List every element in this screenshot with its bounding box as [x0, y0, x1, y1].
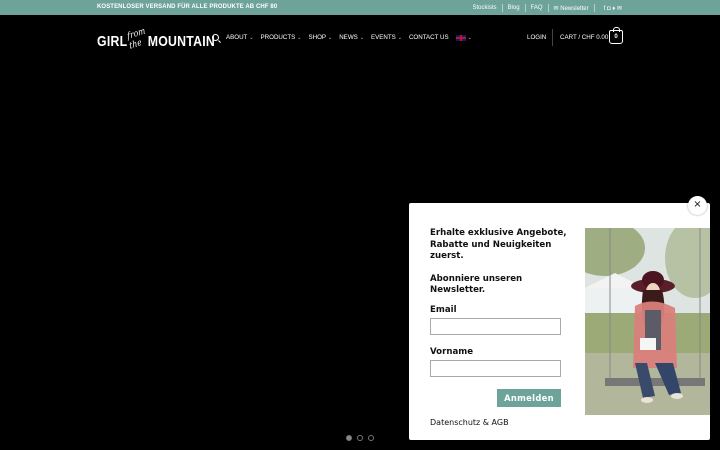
privacy-link[interactable]: Datenschutz & AGB	[430, 418, 509, 427]
slider-dot-2[interactable]	[357, 435, 363, 441]
nav-label: PRODUCTS	[260, 34, 296, 41]
logo-the-text: the	[128, 37, 144, 52]
faq-link[interactable]: FAQ	[531, 5, 543, 11]
stockists-link[interactable]: Stockists	[473, 5, 497, 11]
chevron-down-icon: ⌄	[297, 34, 302, 41]
logo-word-girl: GIRL	[97, 33, 128, 50]
social-links: f ◘ ♦ ✉	[604, 5, 622, 12]
divider	[593, 4, 595, 12]
firstname-label: Vorname	[430, 347, 474, 357]
cart-link[interactable]: CART / CHF 0.00	[560, 34, 608, 41]
free-shipping-promo: KOSTENLOSER VERSAND FÜR ALLE PRODUKTE AB…	[97, 4, 278, 10]
firstname-field[interactable]	[430, 360, 561, 377]
newsletter-label: Newsletter	[560, 5, 589, 12]
site-logo[interactable]: GIRLfrom the MOUNTAIN	[97, 26, 216, 51]
chevron-down-icon: ⌄	[328, 34, 333, 41]
close-popup-button[interactable]: ×	[688, 196, 707, 215]
header-divider	[552, 29, 553, 46]
nav-label: SHOP	[308, 34, 327, 41]
popup-subheadline: Abonniere unseren Newsletter.	[430, 273, 523, 296]
email-field[interactable]	[430, 318, 561, 335]
email-icon[interactable]: ✉	[617, 5, 622, 12]
nav-label: CONTACT US	[408, 34, 449, 41]
popup-copy: Erhalte exklusive Angebote, Rabatte und …	[430, 228, 570, 308]
chevron-down-icon: ⌄	[467, 34, 472, 41]
divider	[501, 4, 503, 12]
chevron-down-icon: ⌄	[249, 34, 254, 41]
slider-dot-3[interactable]	[368, 435, 374, 441]
popup-headline: Erhalte exklusive Angebote, Rabatte und …	[430, 228, 567, 261]
slider-dot-1[interactable]	[346, 435, 352, 441]
instagram-icon[interactable]: ◘	[607, 6, 611, 12]
nav-item-events[interactable]: EVENTS ⌄	[371, 34, 402, 41]
login-link[interactable]: LOGIN	[527, 34, 546, 41]
nav-label: NEWS	[339, 34, 358, 41]
slider-dots	[346, 435, 374, 441]
language-switcher[interactable]: ⌄	[455, 34, 472, 41]
newsletter-link[interactable]: ✉ Newsletter	[554, 5, 589, 12]
nav-item-contact[interactable]: CONTACT US	[409, 34, 449, 41]
site-header: GIRLfrom the MOUNTAIN ABOUT ⌄ PRODUCTS ⌄ SHO…	[0, 15, 720, 60]
divider	[524, 4, 526, 12]
logo-word-mountain: MOUNTAIN	[147, 33, 216, 50]
newsletter-popup: Erhalte exklusive Angebote, Rabatte und …	[409, 203, 710, 440]
main-navigation: ABOUT ⌄ PRODUCTS ⌄ SHOP ⌄ NEWS ⌄ EVENTS ⌄ CON…	[212, 34, 479, 41]
chevron-down-icon: ⌄	[359, 34, 364, 41]
nav-item-shop[interactable]: SHOP ⌄	[308, 34, 332, 41]
top-links: Stockists Blog FAQ ✉ Newsletter f ◘ ♦ ✉	[473, 4, 622, 12]
nav-item-products[interactable]: PRODUCTS ⌄	[261, 34, 302, 41]
woman-on-swing-image	[585, 228, 710, 415]
nav-label: ABOUT	[226, 34, 248, 41]
search-icon[interactable]	[212, 34, 219, 41]
nav-item-news[interactable]: NEWS ⌄	[339, 34, 364, 41]
blog-link[interactable]: Blog	[508, 5, 520, 11]
logo-script-from: from the	[126, 26, 148, 51]
facebook-icon[interactable]: f	[604, 6, 606, 12]
chevron-down-icon: ⌄	[397, 34, 402, 41]
nav-label: EVENTS	[370, 34, 396, 41]
nav-item-about[interactable]: ABOUT ⌄	[226, 34, 254, 41]
divider	[547, 4, 549, 12]
top-announcement-bar: KOSTENLOSER VERSAND FÜR ALLE PRODUKTE AB…	[0, 0, 720, 15]
twitter-icon[interactable]: ♦	[612, 6, 615, 12]
cart-bag-icon[interactable]: 0	[609, 27, 623, 44]
email-label: Email	[430, 305, 457, 315]
popup-photo	[585, 228, 710, 415]
uk-flag-icon	[455, 34, 466, 41]
subscribe-button[interactable]: Anmelden	[497, 389, 561, 407]
mail-icon: ✉	[553, 5, 559, 12]
